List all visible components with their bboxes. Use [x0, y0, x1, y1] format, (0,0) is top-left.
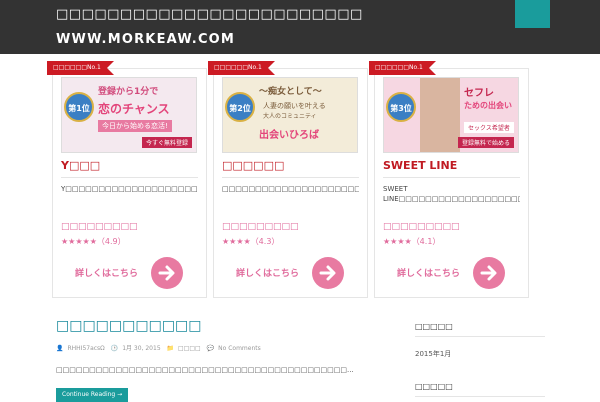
card-rating: ★★★★（4.1）	[383, 237, 441, 246]
site-title[interactable]: □□□□□□□□□□□□□□□□□□□□□□□□	[56, 7, 363, 22]
site-url[interactable]: WWW.MORKEAW.COM	[56, 32, 235, 47]
ranking-ribbon: □□□□□□No.1	[369, 61, 436, 75]
folder-icon: 📁	[166, 345, 175, 352]
user-icon: 👤	[56, 345, 64, 352]
details-button[interactable]: 詳しくはこちら	[236, 257, 344, 289]
menu-toggle-button[interactable]	[515, 0, 550, 28]
category-widget-title: □□□□□	[415, 382, 453, 391]
details-button[interactable]: 詳しくはこちら	[397, 257, 505, 289]
banner-image[interactable]: 第1位 登録から1分で 恋のチャンス 今日から始める恋活! 今すぐ無料登録	[61, 77, 197, 153]
ranking-ribbon: □□□□□□No.1	[47, 61, 114, 75]
banner-text: セックス希望者	[464, 122, 514, 133]
site-header: □□□□□□□□□□□□□□□□□□□□□□□□ WWW.MORKEAW.COM	[0, 0, 600, 54]
details-button-label: 詳しくはこちら	[75, 269, 139, 279]
arrow-right-icon	[151, 257, 183, 289]
card-description: Y□□□□□□□□□□□□□□□□□□□□□□□□□□□□□□□□□□□□□□□…	[61, 185, 198, 193]
ranking-card-2: □□□□□□No.1 第2位 ～痴女として～ 出会いひろば 人妻の願いを叶える …	[208, 61, 368, 298]
post-excerpt: □□□□□□□□□□□□□□□□□□□□□□□□□□□□□□□□□□□□□□□□…	[56, 366, 354, 374]
banner-text: 大人のコミュニティ	[263, 113, 317, 120]
banner-image[interactable]: 第3位 セフレ ための出会い セックス希望者 登録無料で始める	[383, 77, 519, 153]
rank-badge: 第3位	[386, 92, 416, 122]
card-rating: ★★★★★（4.9）	[61, 237, 126, 246]
card-description: SWEET LINE□□□□□□□□□□□□□□□□□□□□□□□□□□□□□□…	[383, 185, 520, 203]
card-link[interactable]: □□□□□□□□□	[222, 222, 359, 232]
post-author[interactable]: RHHI57acsΩ	[67, 345, 104, 352]
banner-text: 出会いひろば	[259, 130, 319, 141]
banner-text: ための出会い	[464, 101, 512, 110]
card-title[interactable]: Y□□□	[61, 159, 198, 178]
rank-badge: 第1位	[64, 92, 94, 122]
card-description: □□□□□□□□□□□□□□□□□□□□□□□□□□□□□□□□□□□□□□□□…	[222, 185, 359, 193]
arrow-right-icon	[312, 257, 344, 289]
banner-text: 今日から始める恋活!	[98, 120, 172, 132]
post-title[interactable]: □□□□□□□□□□□	[56, 318, 202, 334]
archive-link[interactable]: 2015年1月	[415, 349, 451, 359]
details-button-label: 詳しくはこちら	[397, 269, 461, 279]
rank-badge: 第2位	[225, 92, 255, 122]
card-rating: ★★★★（4.3）	[222, 237, 280, 246]
post-meta: 👤 RHHI57acsΩ 🕒 1月 30, 2015 📁 □□□□ 💬 No Comme…	[56, 343, 265, 352]
banner-text: 登録から1分で	[98, 87, 159, 97]
card-link[interactable]: □□□□□□□□□	[61, 222, 198, 232]
banner-text: 恋のチャンス	[98, 102, 170, 116]
post-date: 1月 30, 2015	[122, 345, 161, 352]
arrow-right-icon	[473, 257, 505, 289]
clock-icon: 🕒	[110, 345, 119, 352]
card-title[interactable]: SWEET LINE	[383, 159, 520, 178]
details-button[interactable]: 詳しくはこちら	[75, 257, 183, 289]
banner-cta: 今すぐ無料登録	[141, 137, 192, 148]
post-category[interactable]: □□□□	[178, 345, 201, 352]
divider	[415, 336, 545, 337]
details-button-label: 詳しくはこちら	[236, 269, 300, 279]
banner-cta: 登録無料で始める	[457, 137, 514, 148]
ranking-card-1: □□□□□□No.1 第1位 登録から1分で 恋のチャンス 今日から始める恋活!…	[47, 61, 207, 298]
banner-image[interactable]: 第2位 ～痴女として～ 出会いひろば 人妻の願いを叶える 大人のコミュニティ	[222, 77, 358, 153]
comment-icon: 💬	[206, 345, 215, 352]
post-comments[interactable]: No Comments	[218, 345, 261, 352]
ranking-card-3: □□□□□□No.1 第3位 セフレ ための出会い セックス希望者 登録無料で始…	[369, 61, 529, 298]
ranking-ribbon: □□□□□□No.1	[208, 61, 275, 75]
divider	[415, 396, 545, 397]
model-photo	[420, 78, 460, 152]
banner-text: ～痴女として～	[259, 87, 322, 97]
card-title[interactable]: □□□□□□	[222, 159, 359, 178]
card-link[interactable]: □□□□□□□□□	[383, 222, 520, 232]
banner-text: セフレ	[464, 88, 494, 99]
archive-widget-title: □□□□□	[415, 322, 453, 331]
